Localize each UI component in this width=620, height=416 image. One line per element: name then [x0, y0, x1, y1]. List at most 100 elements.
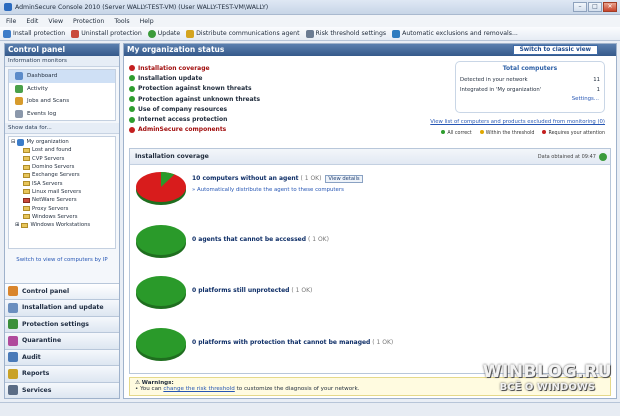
status-item-known-threats[interactable]: Protection against known threats: [129, 84, 260, 94]
tree-item[interactable]: Domino Servers: [11, 163, 113, 171]
nav-audit[interactable]: Audit: [5, 348, 119, 365]
status-item-installation-update[interactable]: Installation update: [129, 73, 260, 83]
tree-label: CVP Servers: [32, 155, 65, 162]
coverage-pie: [136, 276, 186, 309]
nav-installation-update[interactable]: Installation and update: [5, 299, 119, 316]
switch-ip-view-link[interactable]: Switch to view of computers by IP: [5, 251, 119, 265]
sidebar-item-activity[interactable]: Activity: [9, 83, 115, 96]
bullet-icon: •: [135, 386, 139, 392]
distribute-agent-button[interactable]: Distribute communications agent: [186, 29, 300, 38]
switch-classic-view-button[interactable]: Switch to classic view: [512, 45, 598, 55]
menu-view[interactable]: View: [48, 18, 63, 25]
status-item-installation-coverage[interactable]: Installation coverage: [129, 63, 260, 73]
collapse-icon[interactable]: ⊟: [11, 139, 15, 145]
tree-label: NetWare Servers: [32, 197, 77, 204]
coverage-text: 0 platforms still unprotected ( 1 OK): [192, 287, 312, 294]
status-item-unknown-threats[interactable]: Protection against unknown threats: [129, 94, 260, 104]
integrated-label: Integrated in 'My organization': [460, 87, 542, 93]
install-icon: [3, 29, 11, 38]
folder-icon: [21, 222, 29, 228]
legend-label: Within the threshold: [485, 131, 535, 136]
control-panel-icon: [8, 286, 18, 297]
legend-label: All correct: [447, 131, 472, 136]
update-button[interactable]: Update: [147, 29, 180, 38]
change-risk-threshold-link[interactable]: change the risk threshold: [163, 386, 234, 392]
legend-dot: [542, 130, 547, 134]
expand-icon[interactable]: ⊞: [15, 222, 19, 228]
pie-slice-ok: [136, 276, 186, 306]
excluded-computers-link[interactable]: View list of computers and products excl…: [430, 119, 605, 125]
folder-icon: [23, 189, 30, 195]
tree-item[interactable]: ISA Servers: [11, 179, 113, 187]
reports-icon: [8, 368, 18, 379]
detected-label: Detected in your network: [460, 77, 528, 83]
tree-item[interactable]: NetWare Servers: [11, 196, 113, 204]
ok-icon: [129, 96, 135, 103]
coverage-status: ( 1 OK): [307, 236, 329, 243]
totals-detected-row: Detected in your network 11: [456, 77, 604, 83]
status-label: Installation coverage: [138, 64, 210, 72]
menu-help[interactable]: Help: [140, 18, 154, 25]
ok-icon: [129, 85, 135, 92]
install-protection-button[interactable]: Install protection: [3, 29, 65, 38]
coverage-label: 0 platforms still unprotected: [192, 287, 290, 294]
coverage-label: 0 platforms with protection that cannot …: [192, 339, 371, 346]
distribute-agent-label: Distribute communications agent: [196, 30, 300, 37]
folder-icon: [23, 214, 30, 220]
sidebar-item-jobs-scans[interactable]: Jobs and Scans: [9, 95, 115, 108]
view-details-button[interactable]: View details: [325, 175, 363, 183]
settings-link[interactable]: Settings...: [456, 96, 604, 102]
risk-threshold-button[interactable]: Risk threshold settings: [305, 29, 386, 38]
folder-icon: [23, 197, 30, 203]
uninstall-protection-button[interactable]: Uninstall protection: [71, 29, 142, 38]
legend-item: Requires your attention: [542, 130, 605, 136]
tree-item[interactable]: Windows Servers: [11, 213, 113, 221]
main-panel: My organization status Switch to classic…: [123, 43, 617, 399]
tree-label: Windows Workstations: [30, 222, 91, 229]
folder-icon: [23, 206, 30, 212]
nav-label: Protection settings: [22, 320, 89, 328]
tree-label: Lost and found: [32, 147, 72, 154]
tree-item[interactable]: Proxy Servers: [11, 204, 113, 212]
tree-item[interactable]: Lost and found: [11, 146, 113, 154]
tree-item[interactable]: Linux mail Servers: [11, 188, 113, 196]
status-label: Use of company resources: [138, 105, 228, 113]
tree-item[interactable]: CVP Servers: [11, 155, 113, 163]
menu-file[interactable]: File: [6, 18, 16, 25]
nav-label: Installation and update: [22, 304, 104, 312]
minimize-button[interactable]: –: [573, 2, 587, 12]
nav-services[interactable]: Services: [5, 381, 119, 398]
maximize-button[interactable]: □: [588, 2, 602, 12]
tree-item[interactable]: Exchange Servers: [11, 171, 113, 179]
status-item-internet-access[interactable]: Internet access protection: [129, 114, 260, 124]
exclusions-icon: [392, 29, 401, 38]
sidebar-nav: Control panel Installation and update Pr…: [5, 282, 119, 398]
coverage-text: 10 computers without an agent ( 1 OK) Vi…: [192, 175, 363, 193]
menu-protection[interactable]: Protection: [73, 18, 104, 25]
nav-reports[interactable]: Reports: [5, 365, 119, 382]
sidebar-item-events-log[interactable]: Events log: [9, 108, 115, 121]
tree-item[interactable]: ⊞ Windows Workstations: [11, 221, 113, 229]
tree-item-my-organization[interactable]: ⊟ My organization: [11, 138, 113, 146]
pie-slice-ok: [136, 328, 186, 358]
audit-icon: [8, 352, 18, 363]
folder-icon: [23, 156, 30, 162]
status-item-company-resources[interactable]: Use of company resources: [129, 104, 260, 114]
automatic-exclusions-button[interactable]: Automatic exclusions and removals...: [392, 29, 518, 38]
close-button[interactable]: ✕: [603, 2, 617, 12]
totals-integrated-row: Integrated in 'My organization' 1: [456, 87, 604, 93]
sidebar-item-dashboard[interactable]: Dashboard: [9, 70, 115, 83]
coverage-pie: [136, 225, 186, 258]
nav-protection-settings[interactable]: Protection settings: [5, 315, 119, 332]
status-item-components[interactable]: AdminSecure components: [129, 125, 260, 135]
distribute-agent-link[interactable]: » Automatically distribute the agent to …: [192, 187, 363, 193]
nav-quarantine[interactable]: Quarantine: [5, 332, 119, 349]
info-monitors-label: Information monitors: [5, 56, 119, 67]
nav-control-panel[interactable]: Control panel: [5, 282, 119, 299]
menu-tools[interactable]: Tools: [114, 18, 129, 25]
risk-icon: [305, 29, 314, 38]
refresh-icon[interactable]: [599, 152, 607, 161]
status-label: Installation update: [138, 74, 203, 82]
menu-edit[interactable]: Edit: [26, 18, 38, 25]
integrated-count: 1: [596, 87, 600, 93]
